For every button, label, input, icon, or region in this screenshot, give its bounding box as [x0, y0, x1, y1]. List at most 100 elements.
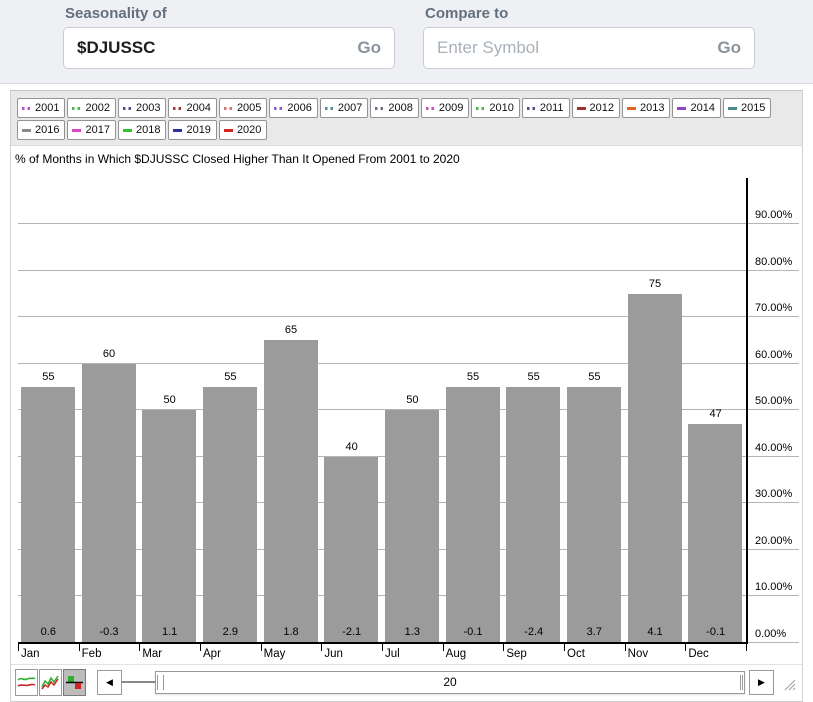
bar-avg-change-label: -0.1 — [685, 626, 746, 638]
y-axis-tick-label: 40.00% — [753, 442, 802, 454]
dotted-line-marker-icon — [325, 107, 334, 110]
legend-year-2010[interactable]: 2010 — [471, 98, 519, 118]
bar-value-label: 55 — [443, 371, 504, 383]
bar-sep — [506, 387, 560, 643]
scrollbar-track[interactable] — [122, 681, 155, 683]
legend-year-label: 2019 — [186, 124, 210, 136]
legend-year-label: 2002 — [85, 102, 109, 114]
legend-year-label: 2016 — [35, 124, 59, 136]
legend-year-2002[interactable]: 2002 — [67, 98, 115, 118]
bar-value-label: 55 — [564, 371, 625, 383]
y-axis-tick-label: 90.00% — [753, 209, 802, 221]
x-axis-tick — [382, 643, 383, 651]
legend-year-2017[interactable]: 2017 — [67, 120, 115, 140]
legend-year-2015[interactable]: 2015 — [723, 98, 771, 118]
x-axis-tick — [564, 643, 565, 651]
legend-year-2003[interactable]: 2003 — [118, 98, 166, 118]
x-axis-month-label: Jul — [385, 648, 400, 660]
scrollbar-value: 20 — [156, 675, 744, 689]
solid-line-marker-icon — [627, 107, 636, 110]
legend-year-label: 2013 — [640, 102, 664, 114]
bar-apr — [203, 387, 257, 643]
x-axis-tick — [746, 643, 747, 651]
bar-avg-change-label: 0.6 — [18, 626, 79, 638]
dotted-line-marker-icon — [72, 107, 81, 110]
legend-year-label: 2009 — [439, 102, 463, 114]
legend-year-2004[interactable]: 2004 — [168, 98, 216, 118]
legend-year-2013[interactable]: 2013 — [622, 98, 670, 118]
legend-year-2006[interactable]: 2006 — [269, 98, 317, 118]
legend-year-label: 2018 — [136, 124, 160, 136]
x-axis-month-label: May — [264, 648, 286, 660]
legend-year-2008[interactable]: 2008 — [370, 98, 418, 118]
y-axis-line — [746, 178, 748, 644]
seasonality-go-button[interactable]: Go — [357, 38, 381, 58]
bar-avg-change-label: 1.1 — [139, 626, 200, 638]
legend-year-label: 2015 — [741, 102, 765, 114]
bar-mar — [142, 410, 196, 643]
bar-value-label: 65 — [261, 324, 322, 336]
resize-handle-icon[interactable] — [782, 677, 796, 696]
x-axis-tick — [503, 643, 504, 651]
legend-year-label: 2014 — [690, 102, 714, 114]
solid-line-marker-icon — [173, 129, 182, 132]
solid-line-marker-icon — [22, 129, 31, 132]
dotted-line-marker-icon — [476, 107, 485, 110]
x-axis-month-label: Jun — [324, 648, 343, 660]
compare-symbol-input[interactable] — [437, 38, 717, 58]
seasonality-chart-widget: 2001200220032004200520062007200820092010… — [10, 90, 803, 702]
scrollbar-thumb[interactable]: 20 — [155, 671, 745, 694]
legend-year-2019[interactable]: 2019 — [168, 120, 216, 140]
legend-year-2005[interactable]: 2005 — [219, 98, 267, 118]
bar-value-label: 50 — [139, 394, 200, 406]
legend-year-2012[interactable]: 2012 — [572, 98, 620, 118]
legend-year-2018[interactable]: 2018 — [118, 120, 166, 140]
symbol-entry-header: Seasonality of Go Compare to Go — [0, 0, 813, 84]
y-axis-tick-label: 10.00% — [753, 581, 802, 593]
compare-go-button[interactable]: Go — [717, 38, 741, 58]
bar-value-label: 55 — [18, 371, 79, 383]
bar-dec — [688, 424, 742, 643]
bar-may — [264, 340, 318, 643]
legend-year-2011[interactable]: 2011 — [522, 98, 570, 118]
y-axis-tick-label: 50.00% — [753, 395, 802, 407]
solid-line-marker-icon — [123, 129, 132, 132]
plot-area: 0.00%10.00%20.00%30.00%40.00%50.00%60.00… — [11, 168, 802, 665]
y-axis-tick-label: 80.00% — [753, 256, 802, 268]
legend-year-label: 2005 — [237, 102, 261, 114]
bar-chart-icon[interactable] — [63, 669, 86, 696]
x-axis-month-label: Dec — [688, 648, 708, 660]
x-axis-month-label: Jan — [21, 648, 40, 660]
seasonality-symbol-input[interactable] — [77, 38, 357, 58]
compare-to-label: Compare to — [425, 5, 755, 22]
bar-avg-change-label: -0.1 — [443, 626, 504, 638]
y-axis-tick-label: 60.00% — [753, 349, 802, 361]
legend-year-2009[interactable]: 2009 — [421, 98, 469, 118]
smooth-line-chart-icon[interactable] — [15, 669, 38, 696]
bar-avg-change-label: -0.3 — [79, 626, 140, 638]
bar-nov — [628, 294, 682, 643]
bar-avg-change-label: 1.3 — [382, 626, 443, 638]
line-chart-icon[interactable] — [39, 669, 62, 696]
legend-year-2007[interactable]: 2007 — [320, 98, 368, 118]
legend-year-2014[interactable]: 2014 — [672, 98, 720, 118]
dotted-line-marker-icon — [426, 107, 435, 110]
y-axis-tick-label: 70.00% — [753, 302, 802, 314]
scroll-left-button[interactable]: ◀ — [97, 670, 122, 695]
dotted-line-marker-icon — [527, 107, 536, 110]
compare-field-group: Compare to Go — [423, 0, 755, 83]
scroll-right-button[interactable]: ▶ — [749, 670, 774, 695]
y-axis-tick-label: 30.00% — [753, 488, 802, 500]
y-axis-tick-label: 20.00% — [753, 535, 802, 547]
x-axis-tick — [443, 643, 444, 651]
legend-year-2016[interactable]: 2016 — [17, 120, 65, 140]
bar-feb — [82, 364, 136, 643]
solid-line-marker-icon — [224, 129, 233, 132]
legend-year-2020[interactable]: 2020 — [219, 120, 267, 140]
dotted-line-marker-icon — [123, 107, 132, 110]
x-axis-tick — [321, 643, 322, 651]
legend-year-2001[interactable]: 2001 — [17, 98, 65, 118]
gridline — [18, 270, 799, 271]
seasonality-of-label: Seasonality of — [65, 5, 395, 22]
bar-avg-change-label: 3.7 — [564, 626, 625, 638]
